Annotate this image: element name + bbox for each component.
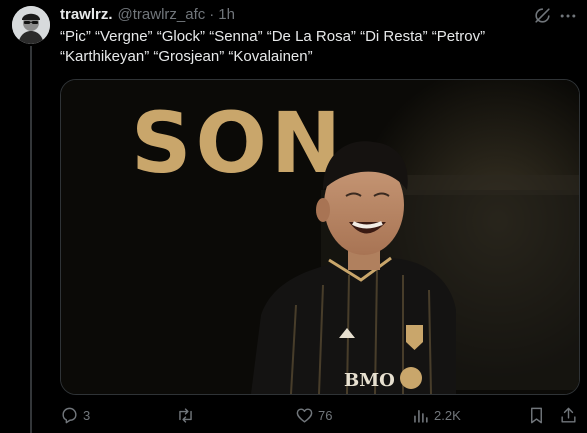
- separator-dot: ·: [209, 5, 215, 23]
- views-icon: [414, 409, 428, 423]
- user-handle[interactable]: @trawlrz_afc: [118, 6, 206, 23]
- tweet[interactable]: trawlrz. @trawlrz_afc · 1h “Pic” “Vergne…: [0, 0, 587, 433]
- bookmark-button[interactable]: [527, 403, 546, 427]
- action-bar: 3 76 2.2K: [60, 403, 580, 427]
- grok-icon[interactable]: [533, 6, 552, 25]
- heart-icon: [296, 407, 313, 423]
- media-headline: SON: [131, 94, 345, 192]
- media-image[interactable]: SON BMO: [60, 79, 580, 395]
- tweet-header: trawlrz. @trawlrz_afc · 1h: [60, 4, 235, 24]
- retweet-button[interactable]: [176, 403, 199, 427]
- post-time[interactable]: 1h: [218, 6, 235, 23]
- display-name[interactable]: trawlrz.: [60, 6, 113, 23]
- like-button[interactable]: 76: [295, 403, 332, 427]
- share-button[interactable]: [559, 403, 578, 427]
- views-button[interactable]: 2.2K: [411, 403, 461, 427]
- more-icon[interactable]: [558, 6, 578, 26]
- reply-count: 3: [83, 407, 91, 423]
- retweet-icon: [179, 407, 192, 423]
- share-icon: [561, 407, 576, 423]
- like-count: 76: [318, 407, 333, 423]
- reply-button[interactable]: 3: [60, 403, 90, 427]
- shirt-sponsor-text: BMO: [344, 370, 395, 391]
- avatar[interactable]: [12, 6, 50, 44]
- reply-icon: [62, 407, 77, 423]
- thread-line: [30, 46, 32, 433]
- views-count: 2.2K: [434, 407, 461, 423]
- bookmark-icon: [531, 407, 542, 423]
- avatar-image: [12, 6, 50, 44]
- tweet-text: “Pic” “Vergne” “Glock” “Senna” “De La Ro…: [60, 28, 486, 65]
